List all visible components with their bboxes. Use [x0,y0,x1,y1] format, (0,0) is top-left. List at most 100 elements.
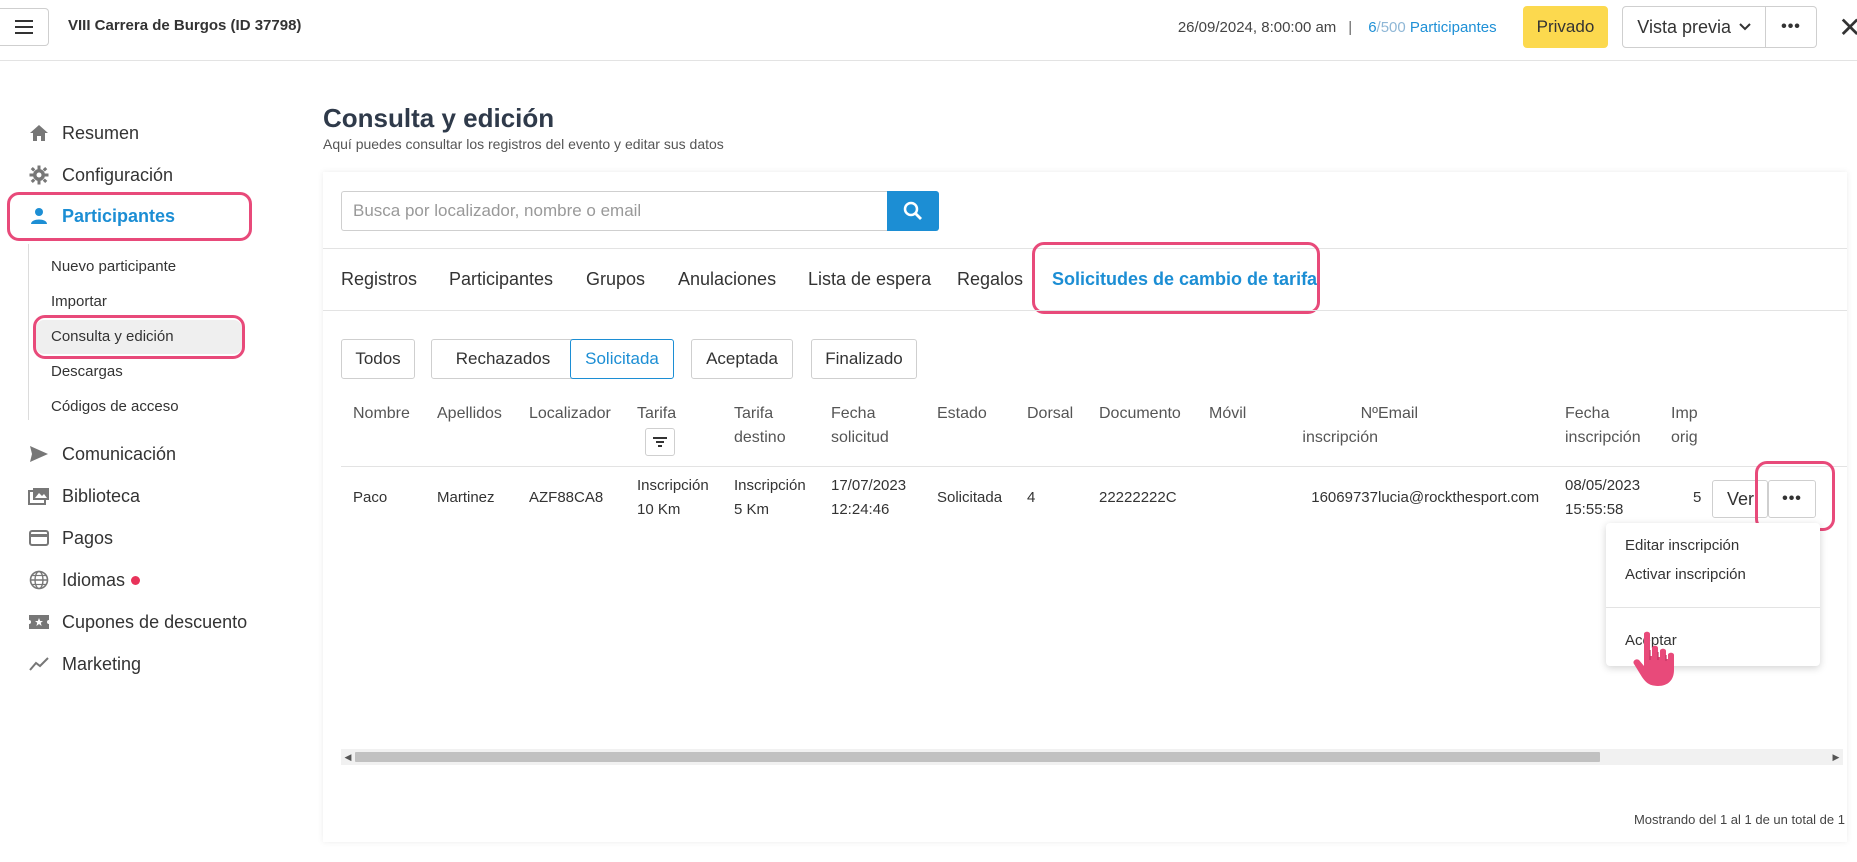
column-header-documento[interactable]: Documento [1099,402,1181,426]
filter-aceptada[interactable]: Aceptada [691,339,793,379]
preview-label: Vista previa [1637,16,1731,37]
cell-estado: Solicitada [937,489,1003,506]
tab-grupos[interactable]: Grupos [586,262,645,296]
column-header-localizador[interactable]: Localizador [529,402,611,426]
column-header-apellidos[interactable]: Apellidos [437,402,502,426]
sidebar-subitem-nuevo-participante[interactable]: Nuevo participante [51,252,176,280]
sidebar-item-pagos[interactable]: Pagos [28,520,113,556]
column-header-line: orig [1671,429,1698,446]
sidebar-item-cupones[interactable]: Cupones de descuento [28,604,247,640]
page-subtitle: Aquí puedes consultar los registros del … [323,136,724,152]
participants-count-link[interactable]: 6/500 Participantes [1368,19,1496,36]
tab-participantes[interactable]: Participantes [449,262,553,296]
hamburger-menu-button[interactable] [0,8,49,46]
sidebar-item-marketing[interactable]: Marketing [28,646,141,682]
column-header-estado[interactable]: Estado [937,402,987,426]
column-header-nombre[interactable]: Nombre [353,402,410,426]
cell-line: Inscripción [734,477,806,494]
header-more-button[interactable]: ••• [1766,6,1817,48]
sidebar-item-comunicacion[interactable]: Comunicación [28,436,176,472]
search-button[interactable] [887,191,939,231]
column-header-line: inscripción [1565,429,1641,446]
event-date: 26/09/2024, 8:00:00 am [1177,18,1337,36]
cell-documento: 22222222C [1099,489,1177,506]
menu-item-editar-inscripcion[interactable]: Editar inscripción [1625,537,1739,554]
sidebar-item-configuracion[interactable]: Configuración [28,157,173,193]
tab-registros[interactable]: Registros [341,262,417,296]
cell-fecha-solicitud: 17/07/2023 12:24:46 [831,474,906,522]
column-header-movil[interactable]: Móvil [1209,402,1246,426]
filter-todos[interactable]: Todos [341,339,415,379]
column-header-tarifa-destino[interactable]: Tarifa destino [734,402,786,450]
filter-finalizado[interactable]: Finalizado [811,339,917,379]
images-icon [28,485,50,507]
horizontal-scrollbar[interactable]: ◀ ▶ [341,749,1843,765]
tabs-divider-bottom [323,310,1847,311]
sidebar-subitem-codigos-acceso[interactable]: Códigos de acceso [51,392,179,420]
sidebar-item-idiomas[interactable]: Idiomas [28,562,141,598]
cell-apellidos: Martinez [437,489,495,506]
column-header-fecha-solicitud[interactable]: Fecha solicitud [831,402,889,450]
sidebar-item-label: Biblioteca [62,485,141,506]
highlight-tab-solicitudes [1032,242,1320,314]
column-header-dorsal[interactable]: Dorsal [1027,402,1073,426]
tab-anulaciones[interactable]: Anulaciones [678,262,776,296]
sidebar-item-label: Idiomas [62,569,126,590]
event-title: VIII Carrera de Burgos (ID 37798) [68,17,302,34]
column-header-importe[interactable]: Imp orig [1671,402,1705,450]
column-header-line: Fecha [831,405,876,422]
column-header-n-inscripcion[interactable]: Nº inscripción [1274,402,1378,450]
cell-n-inscripcion: 16069737 [1311,489,1378,506]
column-header-line: inscripción [1302,429,1378,446]
scrollbar-thumb[interactable] [355,752,1600,762]
column-header-line: Fecha [1565,405,1610,422]
scroll-left-icon[interactable]: ◀ [341,749,355,765]
tab-lista-espera[interactable]: Lista de espera [808,262,931,296]
column-header-line: Nº [1360,405,1378,422]
filter-icon[interactable] [645,428,675,456]
participants-current: 6 [1368,18,1377,36]
content-card: Busca por localizador, nombre o email Re… [323,172,1847,842]
column-header-email[interactable]: Email [1378,402,1418,426]
top-bar: VIII Carrera de Burgos (ID 37798) 26/09/… [0,0,1857,61]
menu-item-activar-inscripcion[interactable]: Activar inscripción [1625,566,1746,583]
tab-regalos[interactable]: Regalos [957,262,1023,296]
sidebar-subitem-descargas[interactable]: Descargas [51,357,123,385]
cell-localizador: AZF88CA8 [529,489,604,506]
close-icon[interactable]: ✕ [1837,11,1857,44]
submenu-line [28,244,29,420]
hand-pointer-icon [1630,630,1682,690]
cell-line: 10 Km [637,501,681,518]
search-input[interactable]: Busca por localizador, nombre o email [341,191,887,231]
highlight-participantes [7,192,252,241]
search-icon [903,201,922,220]
credit-card-icon [28,527,50,549]
privacy-status-badge[interactable]: Privado [1522,6,1609,48]
sidebar-item-label: Resumen [62,122,140,143]
send-icon [28,443,50,465]
column-header-line: Imp [1671,405,1698,422]
pagination-info: Mostrando del 1 al 1 de un total de 1 [1633,812,1845,827]
ticket-icon [28,611,50,633]
cell-dorsal: 4 [1027,489,1036,506]
highlight-row-more-button [1755,461,1835,531]
menu-icon [15,20,33,34]
column-header-tarifa[interactable]: Tarifa [637,402,676,426]
cell-email: lucia@rockthesport.com [1378,489,1540,506]
column-header-line: solicitud [831,429,889,446]
filter-rechazados[interactable]: Rechazados [431,339,575,379]
cell-line: 08/05/2023 [1565,477,1641,494]
cell-importe: 5 [1693,489,1702,506]
scroll-right-icon[interactable]: ▶ [1829,749,1843,765]
column-header-fecha-inscripcion[interactable]: Fecha inscripción [1565,402,1641,450]
notification-dot [131,575,141,585]
sidebar-subitem-importar[interactable]: Importar [51,287,107,315]
cell-line: 12:24:46 [831,501,890,518]
filter-solicitada[interactable]: Solicitada [570,339,674,379]
sidebar-item-biblioteca[interactable]: Biblioteca [28,478,140,514]
sidebar-item-resumen[interactable]: Resumen [28,115,139,151]
preview-dropdown-button[interactable]: Vista previa [1622,6,1766,48]
participants-max: /500 [1376,18,1406,36]
participants-count-label: Participantes [1409,18,1497,36]
cell-line: 17/07/2023 [831,477,907,494]
